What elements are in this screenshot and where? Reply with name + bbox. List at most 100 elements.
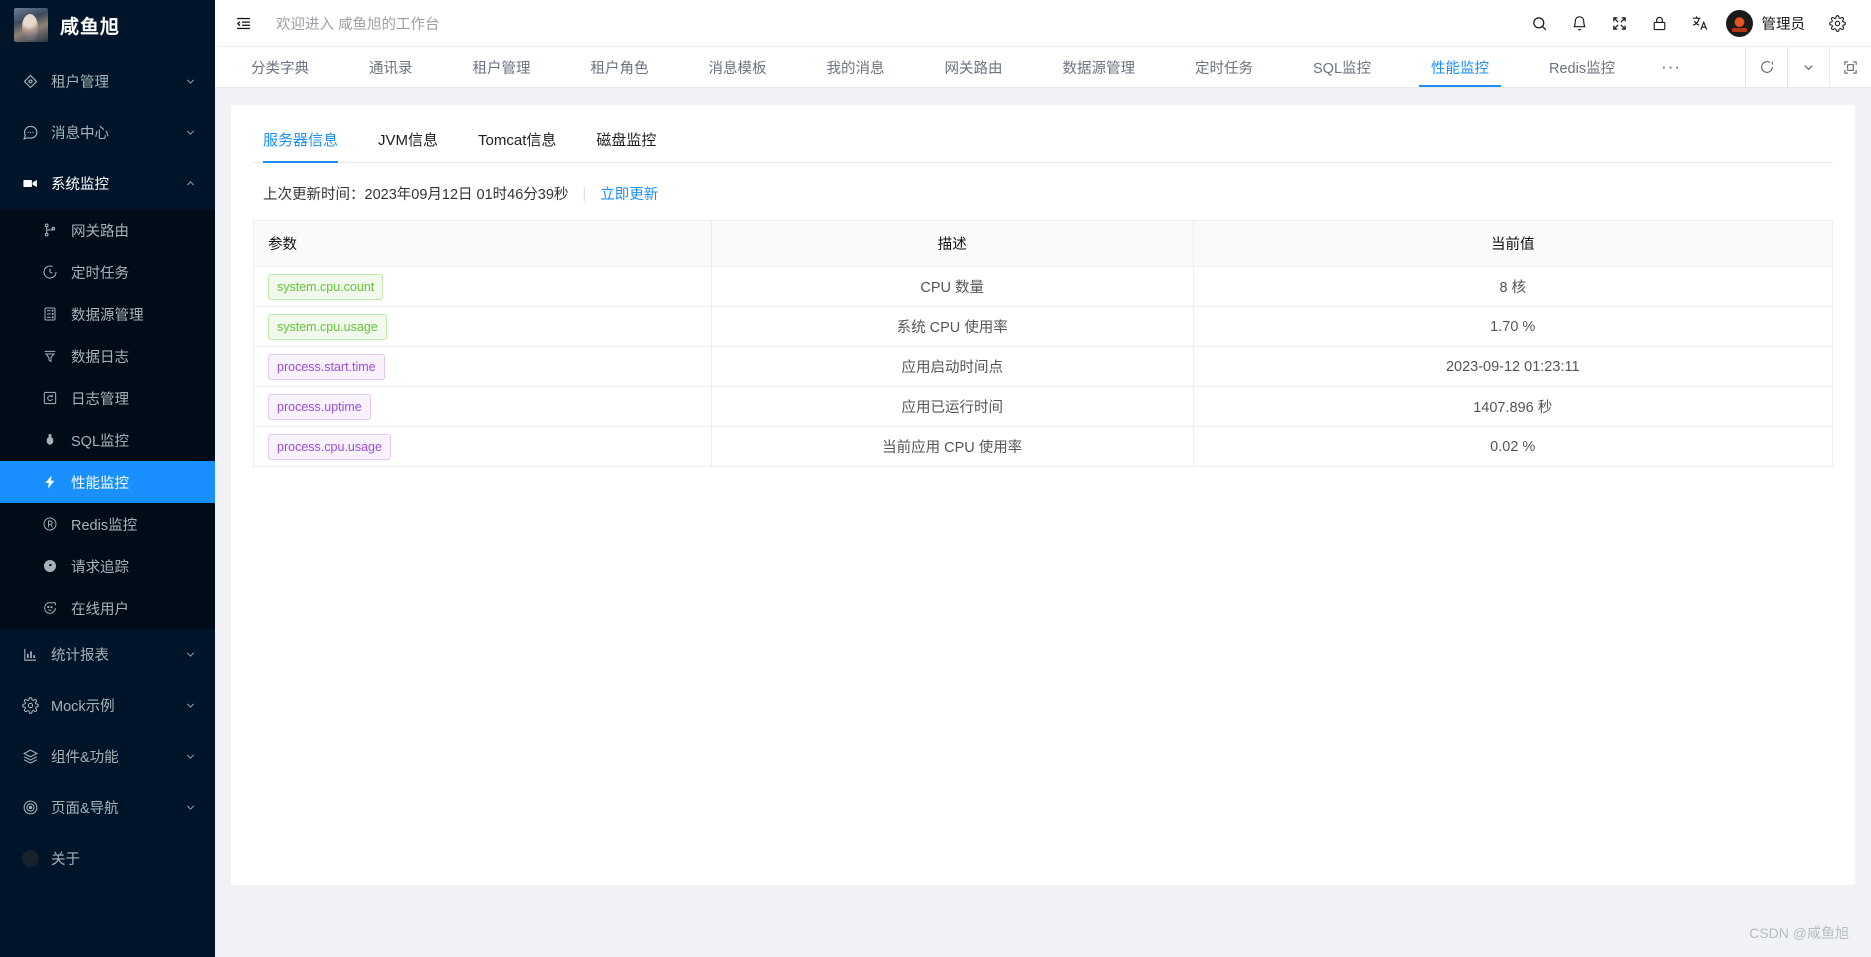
sidebar-item-label: 关于: [51, 852, 80, 868]
sidebar-item-label: 网关路由: [71, 223, 129, 240]
monitor-icon: [20, 175, 40, 192]
table-body: system.cpu.count CPU 数量 8 核 system.cpu.u…: [253, 266, 1833, 467]
menu-fold-icon[interactable]: [231, 11, 256, 36]
sidebar-item-pages-navigation[interactable]: 页面&导航: [0, 782, 215, 833]
user-avatar-photo: [14, 8, 48, 42]
sidebar-item-components-features[interactable]: 组件&功能: [0, 731, 215, 782]
branch-icon: [40, 222, 60, 238]
target-icon: [20, 799, 40, 816]
cell-value: 8 核: [1193, 266, 1833, 307]
inner-tab-disk-monitor[interactable]: 磁盘监控: [576, 117, 676, 162]
gear-icon: [20, 697, 40, 714]
sidebar-item-label: 日志管理: [71, 391, 129, 408]
sidebar-item-label: 消息中心: [51, 126, 109, 142]
smiley-icon: [40, 600, 60, 616]
table-row: process.uptime 应用已运行时间 1407.896 秒: [253, 386, 1833, 427]
circle-dot-icon: [20, 850, 40, 867]
sidebar-item-data-log[interactable]: 数据日志: [0, 335, 215, 377]
app-root: 咸鱼旭 租户管理 消息中心 系统监控 网关路由 定时任务 数据源管理 数据日志 …: [0, 0, 1871, 957]
tab-category-dictionary[interactable]: 分类字典: [221, 47, 339, 87]
tab-redis-monitor[interactable]: Redis监控: [1519, 47, 1645, 87]
translate-icon[interactable]: [1680, 3, 1720, 43]
param-tag: system.cpu.usage: [268, 313, 387, 340]
sidebar-item-request-trace[interactable]: 请求追踪: [0, 545, 215, 587]
inner-tab-tomcat-info[interactable]: Tomcat信息: [458, 117, 576, 162]
column-header-desc: 描述: [711, 220, 1194, 267]
sidebar-item-message-center[interactable]: 消息中心: [0, 107, 215, 158]
performance-table: 参数 描述 当前值 system.cpu.count CPU 数量 8 核 sy…: [253, 220, 1833, 467]
tab-tenant-management[interactable]: 租户管理: [443, 47, 561, 87]
fullscreen-icon[interactable]: [1600, 3, 1640, 43]
table-header-row: 参数 描述 当前值: [253, 220, 1833, 267]
sidebar-item-datasource-management[interactable]: 数据源管理: [0, 293, 215, 335]
sidebar-item-label: 数据源管理: [71, 307, 144, 324]
tab-performance-monitor[interactable]: 性能监控: [1401, 47, 1519, 87]
tab-tenant-role[interactable]: 租户角色: [561, 47, 679, 87]
table-header: 参数 描述 当前值: [253, 220, 1833, 267]
sidebar-item-label: Mock示例: [51, 699, 115, 715]
sidebar-item-online-users[interactable]: 在线用户: [0, 587, 215, 629]
tab-gateway-route[interactable]: 网关路由: [915, 47, 1033, 87]
param-tag: process.start.time: [268, 353, 385, 380]
tab-scheduled-task[interactable]: 定时任务: [1165, 47, 1283, 87]
refresh-icon[interactable]: [1745, 47, 1787, 87]
sidebar-item-label: Redis监控: [71, 517, 138, 534]
brand-logo[interactable]: 咸鱼旭: [0, 0, 215, 50]
chevron-down-icon: [184, 648, 197, 661]
tab-my-messages[interactable]: 我的消息: [797, 47, 915, 87]
page-tabbar: 分类字典 通讯录 租户管理 租户角色 消息模板 我的消息 网关路由 数据源管理 …: [215, 47, 1871, 88]
lock-icon[interactable]: [1640, 3, 1680, 43]
sidebar-item-about[interactable]: 关于: [0, 833, 215, 884]
table-row: system.cpu.count CPU 数量 8 核: [253, 266, 1833, 307]
chevron-down-icon[interactable]: [1787, 47, 1829, 87]
diamond-icon: [20, 73, 40, 90]
tab-more-button[interactable]: ···: [1645, 47, 1697, 87]
inner-tab-server-info[interactable]: 服务器信息: [253, 117, 358, 163]
search-icon[interactable]: [1520, 3, 1560, 43]
refresh-now-link[interactable]: 立即更新: [600, 183, 658, 204]
user-avatar[interactable]: [1725, 9, 1753, 37]
sidebar-item-label: 租户管理: [51, 75, 109, 91]
tab-datasource-management[interactable]: 数据源管理: [1033, 47, 1166, 87]
sidebar-item-label: 数据日志: [71, 349, 129, 366]
chevron-down-icon: [184, 699, 197, 712]
cell-param: system.cpu.count: [253, 266, 712, 307]
sidebar-item-sql-monitor[interactable]: SQL监控: [0, 419, 215, 461]
cell-desc: 应用已运行时间: [711, 386, 1194, 427]
cell-value: 1.70 %: [1193, 306, 1833, 347]
sidebar-item-label: 在线用户: [71, 601, 129, 618]
user-name[interactable]: 管理员: [1762, 13, 1806, 34]
fullscreen-box-icon[interactable]: [1829, 47, 1871, 87]
cell-value: 2023-09-12 01:23:11: [1193, 346, 1833, 387]
sidebar-item-tenant-management[interactable]: 租户管理: [0, 56, 215, 107]
sidebar-item-gateway-route[interactable]: 网关路由: [0, 209, 215, 251]
sidebar-item-mock-example[interactable]: Mock示例: [0, 680, 215, 731]
cell-desc: 当前应用 CPU 使用率: [711, 426, 1194, 467]
inner-tab-jvm-info[interactable]: JVM信息: [358, 117, 458, 162]
tab-contacts[interactable]: 通讯录: [339, 47, 443, 87]
tab-sql-monitor[interactable]: SQL监控: [1283, 47, 1401, 87]
gear-icon[interactable]: [1817, 3, 1857, 43]
sidebar-item-log-management[interactable]: 日志管理: [0, 377, 215, 419]
bar-chart-icon: [20, 646, 40, 663]
update-info-row: 上次更新时间： 2023年09月12日 01时46分39秒 | 立即更新: [253, 163, 1833, 220]
bell-icon[interactable]: [1560, 3, 1600, 43]
sidebar-item-system-monitor[interactable]: 系统监控: [0, 158, 215, 209]
sidebar-item-performance-monitor[interactable]: 性能监控: [0, 461, 215, 503]
content-area: 服务器信息 JVM信息 Tomcat信息 磁盘监控 上次更新时间： 2023年0…: [215, 88, 1871, 957]
sidebar-item-scheduled-task[interactable]: 定时任务: [0, 251, 215, 293]
cell-desc: CPU 数量: [711, 266, 1194, 307]
cell-desc: 系统 CPU 使用率: [711, 306, 1194, 347]
sidebar-item-label: 系统监控: [51, 177, 109, 193]
cell-value: 1407.896 秒: [1193, 386, 1833, 427]
cell-param: system.cpu.usage: [253, 306, 712, 347]
main-area: 欢迎进入 咸鱼旭的工作台 管理员 分类字典 通讯录 租户管理 租户角色 消息模板…: [215, 0, 1871, 957]
sidebar-item-redis-monitor[interactable]: Redis监控: [0, 503, 215, 545]
chevron-up-icon: [184, 177, 197, 190]
filter-icon: [40, 348, 60, 364]
sidebar-item-label: 页面&导航: [51, 801, 119, 817]
sidebar-item-statistics-report[interactable]: 统计报表: [0, 629, 215, 680]
sidebar-item-label: 组件&功能: [51, 750, 119, 766]
watermark: CSDN @咸鱼旭: [1749, 925, 1849, 941]
tab-message-template[interactable]: 消息模板: [679, 47, 797, 87]
